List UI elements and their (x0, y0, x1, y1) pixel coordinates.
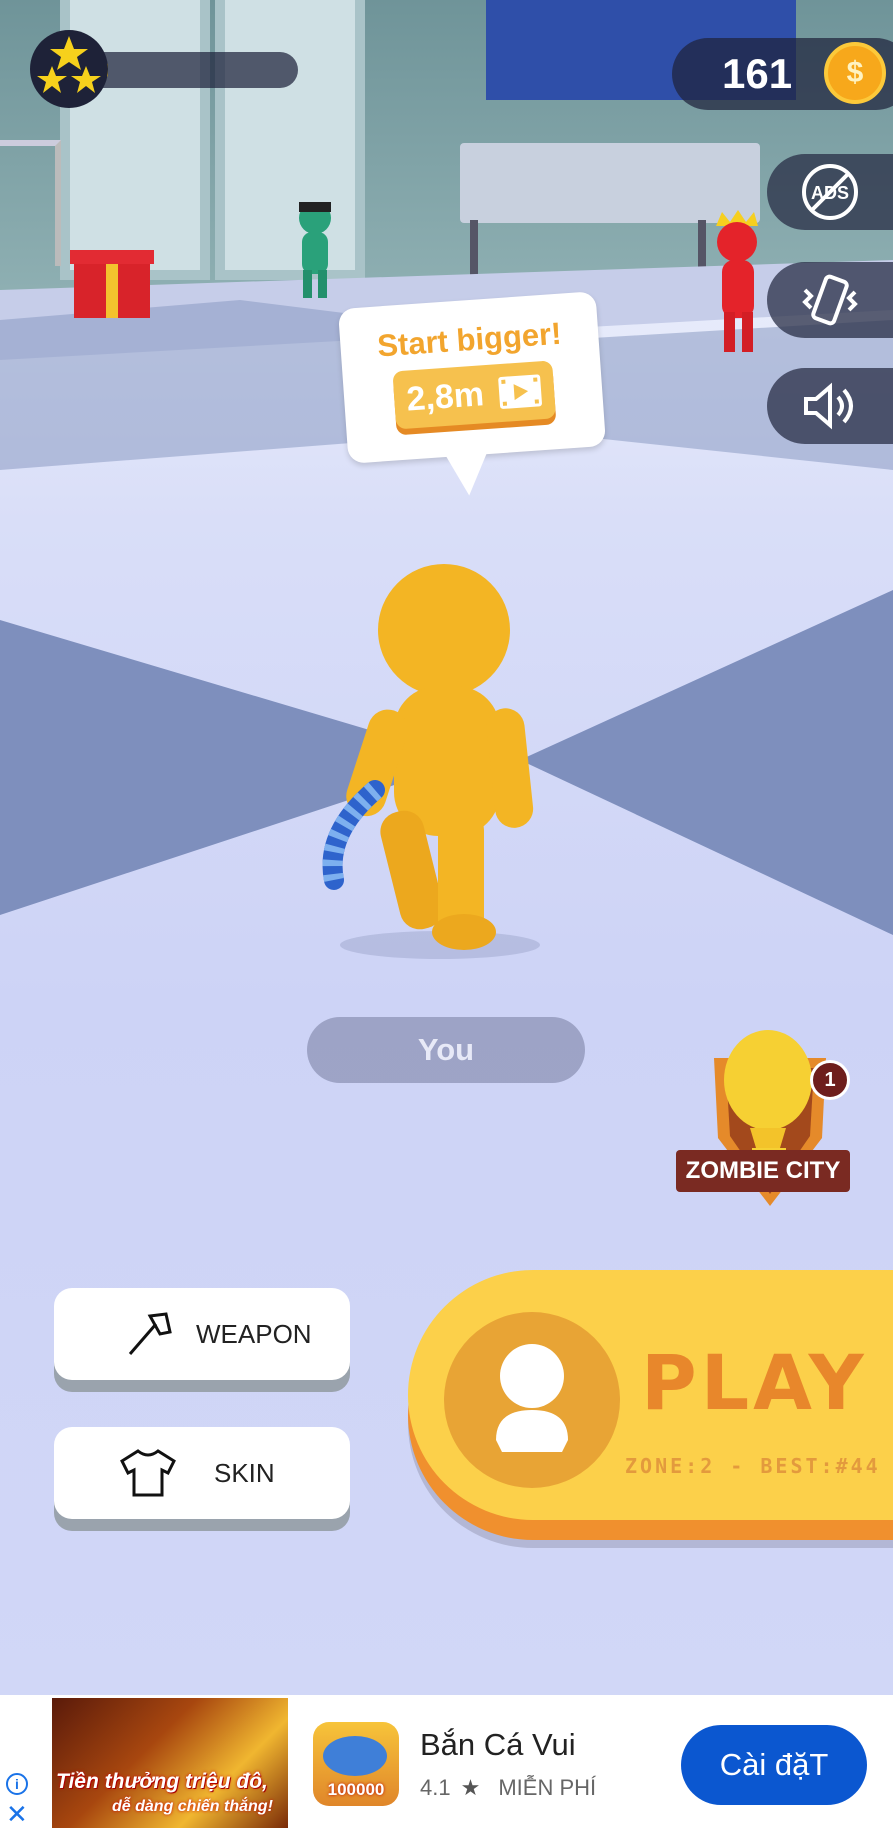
weapon-label: WEAPON (196, 1318, 312, 1349)
coin-icon: $ (824, 42, 886, 104)
zone-best-info: ZONE:2 - BEST:#44 (625, 1454, 881, 1478)
ad-close-icon[interactable]: ✕ (6, 1801, 28, 1827)
ad-info-icon[interactable]: i (6, 1773, 28, 1795)
enemy-green-figure (299, 202, 331, 298)
video-ad-icon (497, 374, 542, 409)
ad-banner[interactable]: i ✕ Tiền thưởng triệu đô, dễ dàng chiến … (0, 1695, 893, 1835)
star-icon: ★ (460, 1775, 481, 1800)
star-icon (37, 36, 101, 93)
ad-app-name: Bắn Cá Vui (420, 1727, 576, 1762)
start-bigger-size: 2,8m (405, 374, 486, 419)
skin-label: SKIN (214, 1457, 275, 1488)
axe-icon (128, 1312, 172, 1355)
speaker-icon (804, 382, 853, 430)
ad-banner-line2: dễ dàng chiến thắng! (112, 1798, 273, 1815)
player-avatar-icon (444, 1312, 620, 1488)
game-scene: Start bigger! 2,8m 161 $ ADS You 1 ZOMBI… (0, 0, 893, 1695)
gift-box-icon[interactable] (70, 250, 154, 318)
enemy-red-figure (716, 210, 758, 352)
player-name-label: You (307, 1017, 585, 1083)
ad-banner-image[interactable]: Tiền thưởng triệu đô, dễ dàng chiến thắn… (52, 1698, 288, 1828)
start-bigger-ad-button[interactable]: 2,8m (392, 360, 557, 430)
stars-badge (30, 30, 108, 108)
ad-rating-row: 4.1 ★ MIỄN PHÍ (420, 1775, 596, 1801)
no-ads-icon: ADS (802, 164, 858, 220)
weapon-button[interactable]: WEAPON (54, 1288, 350, 1380)
tshirt-icon (120, 1449, 176, 1497)
player-character (322, 564, 540, 959)
ad-app-icon-text: 100000 (327, 1780, 385, 1799)
svg-text:ADS: ADS (811, 183, 849, 203)
play-label: PLAY (641, 1338, 868, 1427)
zombie-city-badge[interactable]: 1 ZOMBIE CITY (676, 1018, 860, 1208)
ad-price: MIỄN PHÍ (498, 1775, 597, 1800)
ad-app-icon[interactable]: 100000 (313, 1722, 399, 1806)
vibration-toggle-button[interactable] (767, 262, 893, 338)
ad-install-button[interactable]: Cài đặT (681, 1725, 867, 1805)
zone-count-badge: 1 (810, 1060, 850, 1100)
start-bigger-bubble: Start bigger! 2,8m (337, 291, 607, 464)
zone-name-ribbon: ZOMBIE CITY (676, 1150, 850, 1192)
skin-button[interactable]: SKIN (54, 1427, 350, 1519)
ad-rating: 4.1 (420, 1775, 451, 1800)
no-ads-button[interactable]: ADS (767, 154, 893, 230)
bubble-title: Start bigger! (376, 315, 563, 364)
vibration-icon (802, 274, 858, 326)
ad-banner-line1: Tiền thưởng triệu đô, (56, 1770, 268, 1793)
coin-count: 161 (722, 50, 793, 97)
play-button[interactable]: PLAY ZONE:2 - BEST:#44 (408, 1270, 893, 1520)
sound-toggle-button[interactable] (767, 368, 893, 444)
